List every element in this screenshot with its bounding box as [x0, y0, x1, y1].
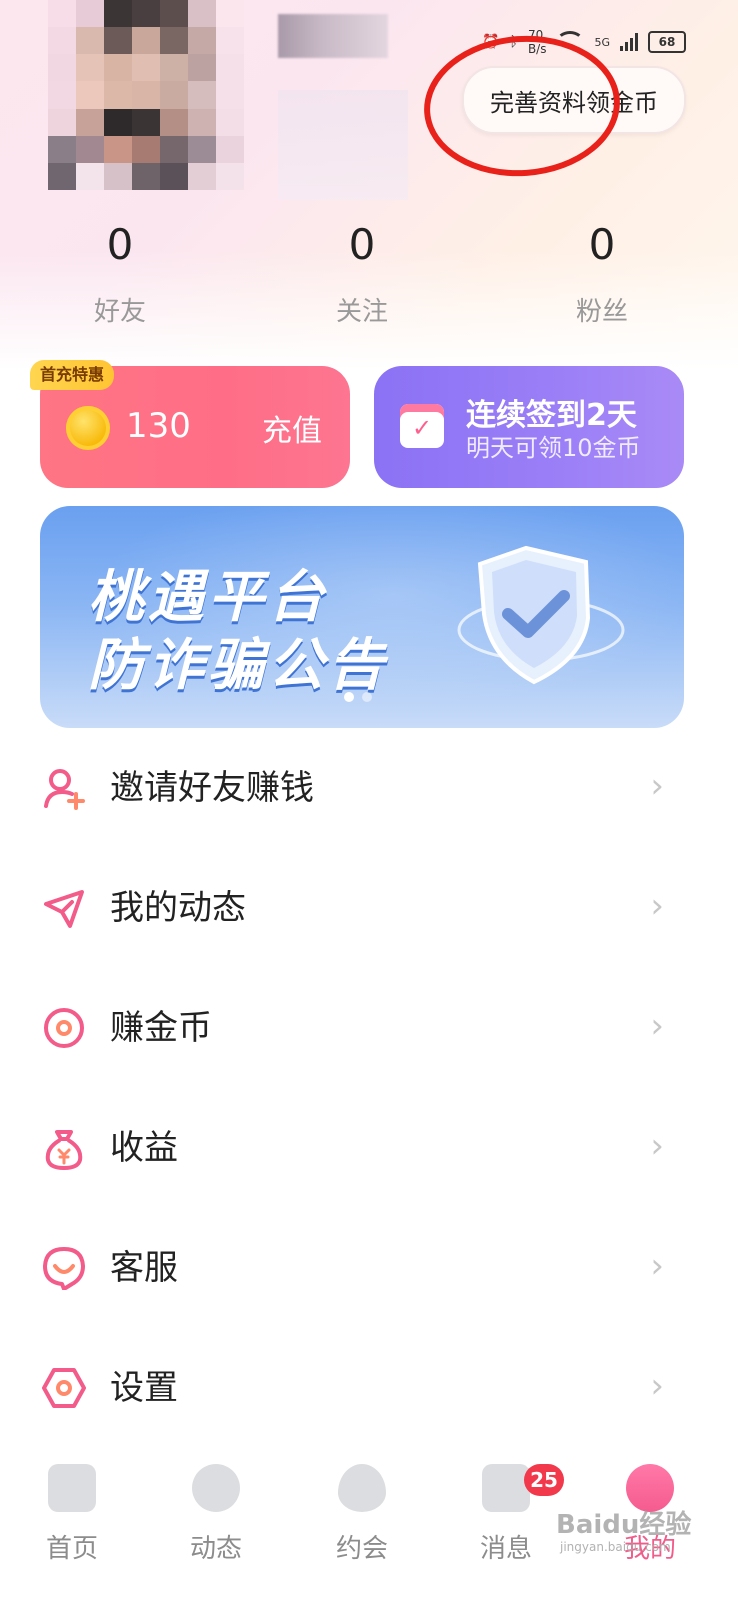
menu-item-earn-coins[interactable]: 赚金币 › — [0, 970, 738, 1090]
friends-count: 0 — [106, 220, 134, 269]
alarm-icon: ⏰ — [482, 34, 500, 50]
chevron-right-icon: › — [650, 886, 664, 926]
menu-item-customer-service[interactable]: 客服 › — [0, 1210, 738, 1330]
menu-item-settings[interactable]: 设置 › — [0, 1330, 738, 1450]
fans-label: 粉丝 — [575, 297, 628, 327]
chevron-right-icon: › — [650, 766, 664, 806]
first-recharge-badge: 首充特惠 — [30, 360, 115, 390]
signal-icon — [620, 33, 638, 51]
stat-friends[interactable]: 0 好友 — [40, 220, 200, 328]
user-info-blurred — [278, 90, 408, 200]
menu-item-invite[interactable]: 邀请好友赚钱 › — [0, 730, 738, 850]
stat-following[interactable]: 0 关注 — [282, 220, 442, 328]
paper-plane-icon — [44, 890, 84, 928]
compass-icon — [192, 1464, 240, 1512]
invite-user-icon — [44, 769, 85, 810]
menu-label-invite: 邀请好友赚钱 — [110, 768, 314, 808]
coin-balance: 130 — [126, 406, 191, 446]
chevron-right-icon: › — [650, 1246, 664, 1286]
status-bar: ⏰ ᛒ 70 B/s 5G 68 — [482, 24, 686, 60]
menu-label-my-posts: 我的动态 — [110, 888, 246, 928]
coin-icon — [66, 406, 110, 450]
message-icon — [482, 1464, 530, 1512]
recharge-button[interactable]: 充值 — [262, 406, 322, 450]
menu-label-settings: 设置 — [110, 1368, 178, 1408]
chevron-right-icon: › — [650, 1366, 664, 1406]
customer-service-icon — [43, 1247, 85, 1290]
calendar-check-icon — [400, 404, 444, 448]
home-icon — [48, 1464, 96, 1512]
tab-moments-label: 动态 — [189, 1534, 242, 1564]
watermark-logo: Baidu经验 — [556, 1510, 692, 1540]
tab-moments[interactable]: 动态 — [156, 1452, 276, 1565]
network-type: 5G — [594, 35, 610, 49]
friends-label: 好友 — [93, 297, 146, 327]
menu-item-earnings[interactable]: 收益 › — [0, 1090, 738, 1210]
tab-dating-label: 约会 — [335, 1534, 388, 1564]
menu-item-my-posts[interactable]: 我的动态 › — [0, 850, 738, 970]
stat-fans[interactable]: 0 粉丝 — [522, 220, 682, 328]
menu-label-earn-coins: 赚金币 — [110, 1008, 212, 1048]
menu-label-customer-service: 客服 — [110, 1248, 178, 1288]
complete-profile-button[interactable]: 完善资料领金币 — [462, 66, 686, 134]
fans-count: 0 — [588, 220, 616, 269]
coin-ring-icon — [44, 1008, 84, 1048]
avatar[interactable] — [48, 0, 244, 190]
money-bag-icon — [45, 1130, 83, 1170]
signin-subtitle: 明天可领10金币 — [466, 434, 641, 462]
username-blurred — [278, 14, 388, 58]
heart-icon — [338, 1464, 386, 1512]
settings-hex-icon — [42, 1368, 86, 1408]
battery-icon: 68 — [648, 31, 686, 53]
wifi-icon — [556, 31, 585, 53]
watermark-url: jingyan.baidu.com — [560, 1540, 671, 1554]
bluetooth-icon: ᛒ — [509, 34, 518, 50]
shield-check-icon — [457, 545, 625, 685]
chevron-right-icon: › — [650, 1006, 664, 1046]
banner-dot-2[interactable] — [362, 692, 372, 702]
following-label: 关注 — [335, 297, 388, 327]
tab-messages-label: 消息 — [479, 1534, 532, 1564]
tab-home-label: 首页 — [45, 1534, 98, 1564]
net-speed: 70 B/s — [527, 28, 547, 56]
menu-label-earnings: 收益 — [110, 1128, 178, 1168]
following-count: 0 — [348, 220, 376, 269]
tab-home[interactable]: 首页 — [12, 1452, 132, 1565]
messages-unread-badge: 25 — [524, 1464, 564, 1496]
banner-dot-1[interactable] — [344, 692, 354, 702]
chevron-right-icon: › — [650, 1126, 664, 1166]
banner-pagination — [344, 692, 372, 702]
tab-dating[interactable]: 约会 — [302, 1452, 422, 1565]
banner-title-line2: 防诈骗公告 — [88, 633, 388, 698]
